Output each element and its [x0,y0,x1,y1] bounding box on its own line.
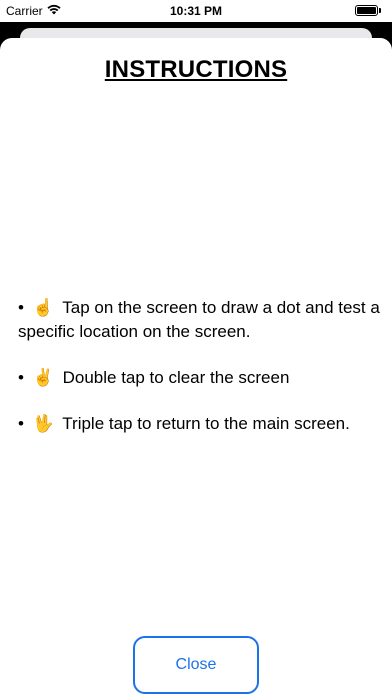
pointing-finger-icon: ☝️ [32,298,54,317]
bullet: • [18,414,24,433]
instruction-item: • 🖖 Triple tap to return to the main scr… [18,412,380,436]
instruction-text: Double tap to clear the screen [62,368,290,387]
instruction-item: • ☝️ Tap on the screen to draw a dot and… [18,296,380,344]
instruction-text: Triple tap to return to the main screen. [62,414,350,433]
status-time: 10:31 PM [169,4,223,18]
app-screen: Carrier 10:31 PM INSTRUCTIONS • ☝️ Tap o… [0,0,392,696]
status-bar: Carrier 10:31 PM [0,0,392,22]
bullet: • [18,368,24,387]
vulcan-salute-icon: 🖖 [32,414,54,433]
close-button[interactable]: Close [133,636,259,694]
victory-hand-icon: ✌️ [32,368,54,387]
instruction-text: Tap on the screen to draw a dot and test… [18,298,380,341]
page-title: INSTRUCTIONS [104,56,288,83]
instruction-item: • ✌️ Double tap to clear the screen [18,366,380,390]
bullet: • [18,298,24,317]
instructions-list: • ☝️ Tap on the screen to draw a dot and… [18,296,380,458]
battery-icon [355,5,382,17]
instructions-sheet: INSTRUCTIONS • ☝️ Tap on the screen to d… [0,38,392,696]
